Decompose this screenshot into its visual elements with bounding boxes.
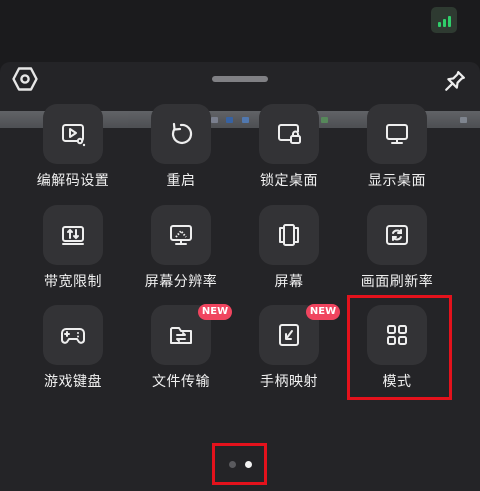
show-desktop-icon: [367, 104, 427, 164]
tile-restart[interactable]: 重启: [134, 104, 240, 214]
pin-icon[interactable]: [440, 68, 468, 96]
signal-strength-icon: [431, 7, 457, 33]
tile-lock-desktop[interactable]: 锁定桌面: [242, 104, 348, 214]
tile-label: 游戏键盘: [44, 374, 102, 390]
page-indicator[interactable]: [229, 461, 252, 468]
tile-label: 屏幕分辨率: [144, 274, 218, 290]
restart-icon: [151, 104, 211, 164]
screen-resolution-icon: [151, 205, 211, 265]
new-badge: NEW: [306, 304, 340, 320]
new-badge: NEW: [198, 304, 232, 320]
tile-controller-mapping[interactable]: 手柄映射: [242, 305, 348, 415]
drag-handle[interactable]: [212, 76, 268, 82]
tile-label: 手柄映射: [260, 374, 318, 390]
tile-screen-resolution[interactable]: 屏幕分辨率: [134, 205, 240, 315]
tile-label: 编解码设置: [36, 173, 110, 189]
screen-icon: [259, 205, 319, 265]
refresh-rate-icon: [367, 205, 427, 265]
tile-game-keyboard[interactable]: 游戏键盘: [26, 305, 132, 415]
tile-label: 文件传输: [152, 374, 210, 390]
tile-label: 带宽限制: [44, 274, 102, 290]
tile-show-desktop[interactable]: 显示桌面: [350, 104, 456, 214]
tile-bandwidth-limit[interactable]: 带宽限制: [26, 205, 132, 315]
bandwidth-limit-icon: [43, 205, 103, 265]
tile-label: 重启: [166, 173, 196, 189]
highlight-mode-tile: [347, 295, 452, 400]
hexagon-settings-icon[interactable]: [12, 66, 38, 92]
tile-label: 显示桌面: [368, 173, 426, 189]
tile-label: 画面刷新率: [360, 274, 434, 290]
tile-file-transfer[interactable]: 文件传输: [134, 305, 240, 415]
gamepad-icon: [43, 305, 103, 365]
tile-label: 锁定桌面: [260, 173, 318, 189]
status-bar: [0, 0, 480, 62]
tile-screen[interactable]: 屏幕: [242, 205, 348, 315]
tile-codec-settings[interactable]: 编解码设置: [26, 104, 132, 214]
codec-settings-icon: [43, 104, 103, 164]
tile-label: 屏幕: [274, 274, 304, 290]
page-dot-1[interactable]: [229, 461, 236, 468]
page-dot-2-active[interactable]: [245, 461, 252, 468]
lock-desktop-icon: [259, 104, 319, 164]
